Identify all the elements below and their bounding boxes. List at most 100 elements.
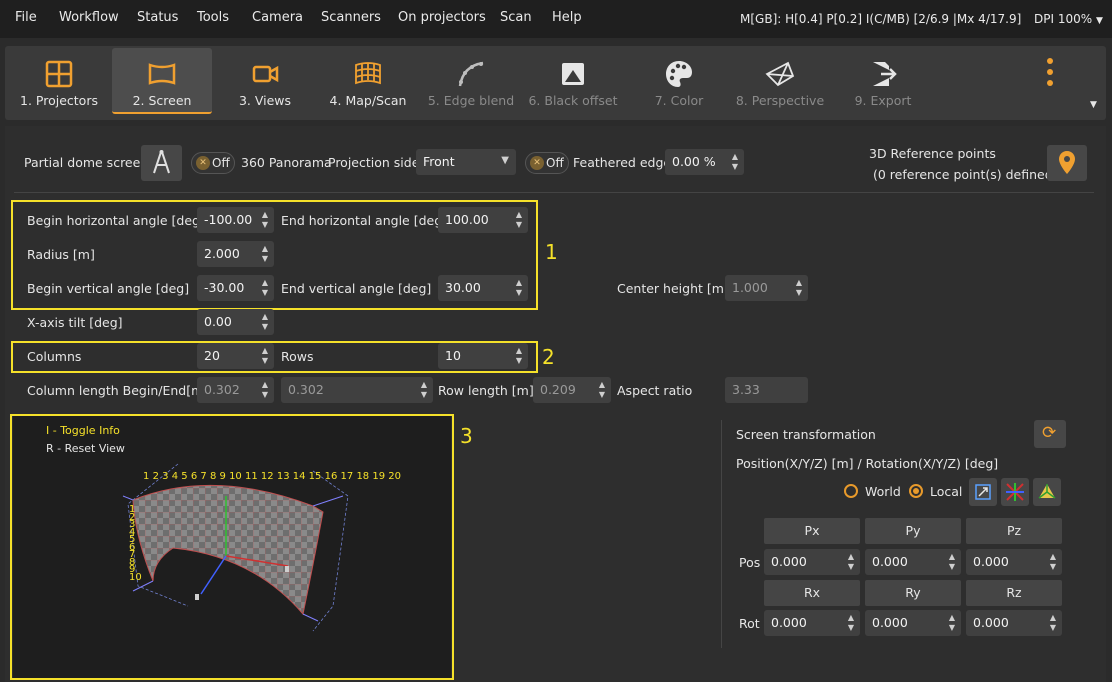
menu-tools[interactable]: Tools xyxy=(197,10,229,25)
spin-down-icon[interactable]: ▼ xyxy=(846,623,856,633)
rot-y-spinbox[interactable]: 0.000 ▲ ▼ xyxy=(865,610,961,636)
tab-export[interactable]: 9. Export xyxy=(833,48,933,114)
world-label: World xyxy=(865,484,901,499)
projection-side-select[interactable]: Front ▼ xyxy=(416,149,516,175)
more-options-icon[interactable] xyxy=(1047,58,1055,88)
menu-help[interactable]: Help xyxy=(552,10,582,25)
spin-down-icon[interactable]: ▼ xyxy=(947,623,957,633)
spin-up-icon[interactable]: ▲ xyxy=(1048,613,1058,623)
rot-x-value: 0.000 xyxy=(771,615,807,630)
mesh-icon xyxy=(355,62,381,85)
center-height-spinbox[interactable]: 1.000 ▲ ▼ xyxy=(725,275,808,301)
py-header: Py xyxy=(865,518,961,544)
screen-transform-title: Screen transformation xyxy=(736,427,876,442)
image-icon xyxy=(562,63,584,85)
menu-bar: File Workflow Status Tools Camera Scanne… xyxy=(0,0,1112,38)
spin-up-icon[interactable]: ▲ xyxy=(597,380,607,390)
menu-scanners[interactable]: Scanners xyxy=(321,10,381,25)
spin-up-icon[interactable]: ▲ xyxy=(419,380,429,390)
tab-label: 1. Projectors xyxy=(20,93,98,108)
compass-button[interactable] xyxy=(141,145,182,181)
tab-label: 9. Export xyxy=(854,93,912,108)
spin-up-icon[interactable]: ▲ xyxy=(846,613,856,623)
move-mode-button[interactable] xyxy=(969,478,997,506)
transform-subtitle: Position(X/Y/Z) [m] / Rotation(X/Y/Z) [d… xyxy=(736,456,999,471)
menu-file[interactable]: File xyxy=(15,10,37,25)
tab-screen[interactable]: 2. Screen xyxy=(112,48,212,114)
spin-down-icon[interactable]: ▼ xyxy=(419,390,429,400)
tab-label: 4. Map/Scan xyxy=(329,93,407,108)
location-pin-icon xyxy=(1059,151,1075,174)
menu-on-projectors[interactable]: On projectors xyxy=(398,10,486,25)
dpi-dropdown[interactable]: DPI 100% ▼ xyxy=(1034,12,1103,26)
menu-camera[interactable]: Camera xyxy=(252,10,303,25)
spin-up-icon[interactable]: ▲ xyxy=(794,278,804,288)
export-icon xyxy=(873,62,897,86)
xtilt-spinbox[interactable]: 0.00 ▲ ▼ xyxy=(197,309,274,335)
local-radio[interactable] xyxy=(909,484,923,498)
spin-down-icon[interactable]: ▼ xyxy=(846,562,856,572)
spin-down-icon[interactable]: ▼ xyxy=(260,322,270,332)
tab-label: 2. Screen xyxy=(132,93,192,108)
scale-mode-button[interactable] xyxy=(1033,478,1061,506)
annotation-3: 3 xyxy=(460,424,473,448)
panorama-toggle[interactable]: ✕ Off xyxy=(191,152,235,174)
menu-scan[interactable]: Scan xyxy=(500,10,532,25)
rot-z-spinbox[interactable]: 0.000 ▲ ▼ xyxy=(966,610,1062,636)
spin-down-icon[interactable]: ▼ xyxy=(730,162,740,172)
tab-black-offset[interactable]: 6. Black offset xyxy=(523,48,623,114)
column-length-begin-spinbox[interactable]: 0.302 ▲ ▼ xyxy=(197,377,274,403)
ry-header: Ry xyxy=(865,580,961,606)
rotate-mode-button[interactable] xyxy=(1001,478,1029,506)
column-length-end-spinbox[interactable]: 0.302 ▲ ▼ xyxy=(281,377,433,403)
spin-up-icon[interactable]: ▲ xyxy=(730,152,740,162)
pos-y-spinbox[interactable]: 0.000 ▲ ▼ xyxy=(865,549,961,575)
spin-up-icon[interactable]: ▲ xyxy=(846,552,856,562)
ref-points-count: (0 reference point(s) defined) xyxy=(873,167,1058,182)
spin-up-icon[interactable]: ▲ xyxy=(1048,552,1058,562)
spin-up-icon[interactable]: ▲ xyxy=(260,312,270,322)
spin-down-icon[interactable]: ▼ xyxy=(947,562,957,572)
tab-perspective[interactable]: 8. Perspective xyxy=(730,48,830,114)
feathered-edge-spinbox[interactable]: 0.00 % ▲ ▼ xyxy=(665,149,744,175)
spin-down-icon[interactable]: ▼ xyxy=(597,390,607,400)
panorama-label: 360 Panorama xyxy=(241,155,332,170)
spin-up-icon[interactable]: ▲ xyxy=(947,552,957,562)
spin-up-icon[interactable]: ▲ xyxy=(947,613,957,623)
world-radio[interactable] xyxy=(844,484,858,498)
tab-edge-blend[interactable]: 5. Edge blend xyxy=(421,48,521,114)
menu-workflow[interactable]: Workflow xyxy=(59,10,119,25)
spin-down-icon[interactable]: ▼ xyxy=(1048,623,1058,633)
rot-x-spinbox[interactable]: 0.000 ▲ ▼ xyxy=(764,610,860,636)
reference-points-button[interactable] xyxy=(1047,145,1087,181)
aspect-ratio-field: 3.33 xyxy=(725,377,808,403)
spin-down-icon[interactable]: ▼ xyxy=(260,390,270,400)
spin-down-icon[interactable]: ▼ xyxy=(1048,562,1058,572)
row-length-value: 0.209 xyxy=(540,382,576,397)
tab-color[interactable]: 7. Color xyxy=(629,48,729,114)
column-length-begin-value: 0.302 xyxy=(204,382,240,397)
tab-label: 6. Black offset xyxy=(528,93,618,108)
grid-icon xyxy=(45,60,73,88)
memory-status: M[GB]: H[0.4] P[0.2] I(C/MB) [2/6.9 |Mx … xyxy=(740,12,1022,26)
projection-side-value: Front xyxy=(423,154,455,169)
feathered-edge-toggle[interactable]: ✕ Off xyxy=(525,152,569,174)
local-label: Local xyxy=(930,484,963,499)
aspect-ratio-label: Aspect ratio xyxy=(617,383,693,398)
screen-icon xyxy=(148,63,176,85)
tab-map-scan[interactable]: 4. Map/Scan xyxy=(318,48,418,114)
tab-views[interactable]: 3. Views xyxy=(215,48,315,114)
chevron-down-icon[interactable]: ▼ xyxy=(1090,100,1097,110)
divider xyxy=(14,192,1094,193)
pos-x-value: 0.000 xyxy=(771,554,807,569)
menu-status[interactable]: Status xyxy=(137,10,178,25)
row-length-spinbox[interactable]: 0.209 ▲ ▼ xyxy=(533,377,611,403)
move-icon xyxy=(975,484,991,500)
spin-down-icon[interactable]: ▼ xyxy=(794,288,804,298)
pos-z-spinbox[interactable]: 0.000 ▲ ▼ xyxy=(966,549,1062,575)
spin-up-icon[interactable]: ▲ xyxy=(260,380,270,390)
axes-icon xyxy=(1006,483,1024,501)
reset-transform-button[interactable]: ⟳ xyxy=(1034,420,1066,448)
pos-x-spinbox[interactable]: 0.000 ▲ ▼ xyxy=(764,549,860,575)
tab-projectors[interactable]: 1. Projectors xyxy=(9,48,109,114)
